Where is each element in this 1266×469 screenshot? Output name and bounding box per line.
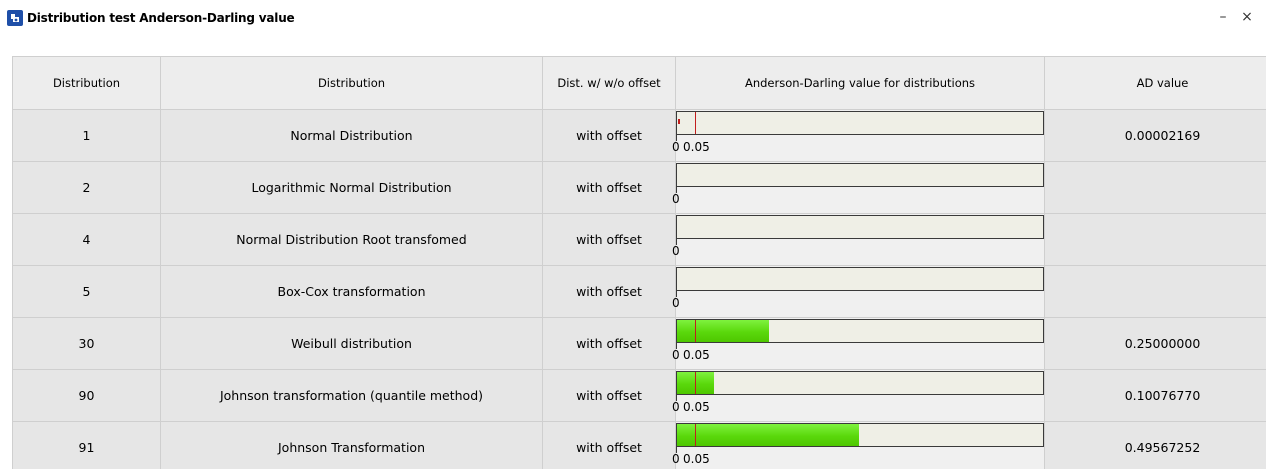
offset-cell: with offset (543, 370, 676, 422)
threshold-label: 0.05 (683, 348, 710, 362)
ad-bar-cell: 0 0.05 (672, 370, 1045, 422)
zero-axis-line (676, 163, 677, 193)
ad-value-cell (1045, 214, 1266, 266)
threshold-line (695, 112, 696, 134)
offset-cell: with offset (543, 110, 676, 162)
threshold-label: 0.05 (683, 400, 710, 414)
distribution-id-cell: 1 (13, 110, 161, 162)
zero-label: 0 (672, 192, 680, 206)
minimize-button[interactable]: – (1212, 6, 1234, 28)
threshold-line (695, 372, 696, 394)
zero-label: 0 (672, 452, 680, 466)
distribution-name-cell: Johnson transformation (quantile method) (161, 370, 543, 422)
app-icon (7, 10, 23, 26)
ad-bar-cell: 0 0.05 (672, 318, 1045, 370)
ad-bar-cell: 0 (672, 162, 1045, 214)
zero-axis-line (676, 423, 677, 453)
zero-label: 0 (672, 348, 680, 362)
ad-bar-cell: 0 0.05 (672, 110, 1045, 162)
offset-cell: with offset (543, 266, 676, 318)
ad-progress-bar (676, 267, 1044, 291)
ad-bar-fill (677, 320, 769, 342)
header-offset[interactable]: Dist. w/ w/o offset (543, 57, 676, 110)
threshold-line (695, 320, 696, 342)
ad-bar-fill (677, 424, 859, 446)
zero-label: 0 (672, 400, 680, 414)
header-ad-value[interactable]: AD value (1045, 57, 1266, 110)
offset-cell: with offset (543, 318, 676, 370)
ad-progress-bar (676, 111, 1044, 135)
ad-progress-bar (676, 215, 1044, 239)
zero-axis-line (676, 267, 677, 297)
window-title: Distribution test Anderson-Darling value (27, 11, 295, 25)
zero-axis-line (676, 371, 677, 401)
threshold-label: 0.05 (683, 452, 710, 466)
distribution-id-cell: 90 (13, 370, 161, 422)
zero-axis-line (676, 111, 677, 141)
ad-value-cell (1045, 266, 1266, 318)
distribution-name-cell: Logarithmic Normal Distribution (161, 162, 543, 214)
offset-cell: with offset (543, 214, 676, 266)
distribution-name-cell: Weibull distribution (161, 318, 543, 370)
ad-value-cell: 0.00002169 (1045, 110, 1266, 162)
zero-axis-line (676, 319, 677, 349)
threshold-line (695, 424, 696, 446)
distribution-name-cell: Johnson Transformation (161, 422, 543, 469)
threshold-label: 0.05 (683, 140, 710, 154)
ad-bar-cell: 0 0.05 (672, 422, 1045, 469)
header-ad-bar[interactable]: Anderson-Darling value for distributions (676, 57, 1045, 110)
ad-value-cell: 0.49567252 (1045, 422, 1266, 469)
offset-cell: with offset (543, 422, 676, 469)
zero-axis-line (676, 215, 677, 245)
ad-progress-bar (676, 319, 1044, 343)
ad-progress-bar (676, 371, 1044, 395)
distribution-id-cell: 5 (13, 266, 161, 318)
ad-progress-bar (676, 163, 1044, 187)
distribution-id-cell: 4 (13, 214, 161, 266)
ad-value-cell: 0.10076770 (1045, 370, 1266, 422)
ad-progress-bar (676, 423, 1044, 447)
ad-table: Distribution Distribution Dist. w/ w/o o… (12, 56, 1266, 469)
distribution-name-cell: Box-Cox transformation (161, 266, 543, 318)
ad-value-cell (1045, 162, 1266, 214)
distribution-name-cell: Normal Distribution Root transfomed (161, 214, 543, 266)
distribution-id-cell: 91 (13, 422, 161, 469)
header-distribution-name[interactable]: Distribution (161, 57, 543, 110)
distribution-name-cell: Normal Distribution (161, 110, 543, 162)
header-distribution-id[interactable]: Distribution (13, 57, 161, 110)
offset-cell: with offset (543, 162, 676, 214)
zero-label: 0 (672, 244, 680, 258)
value-marker (678, 119, 680, 124)
distribution-id-cell: 30 (13, 318, 161, 370)
ad-bar-cell: 0 (672, 266, 1045, 318)
title-bar: Distribution test Anderson-Darling value… (0, 0, 1266, 34)
zero-label: 0 (672, 140, 680, 154)
ad-value-cell: 0.25000000 (1045, 318, 1266, 370)
close-button[interactable]: × (1236, 6, 1258, 28)
zero-label: 0 (672, 296, 680, 310)
distribution-id-cell: 2 (13, 162, 161, 214)
ad-bar-cell: 0 (672, 214, 1045, 266)
